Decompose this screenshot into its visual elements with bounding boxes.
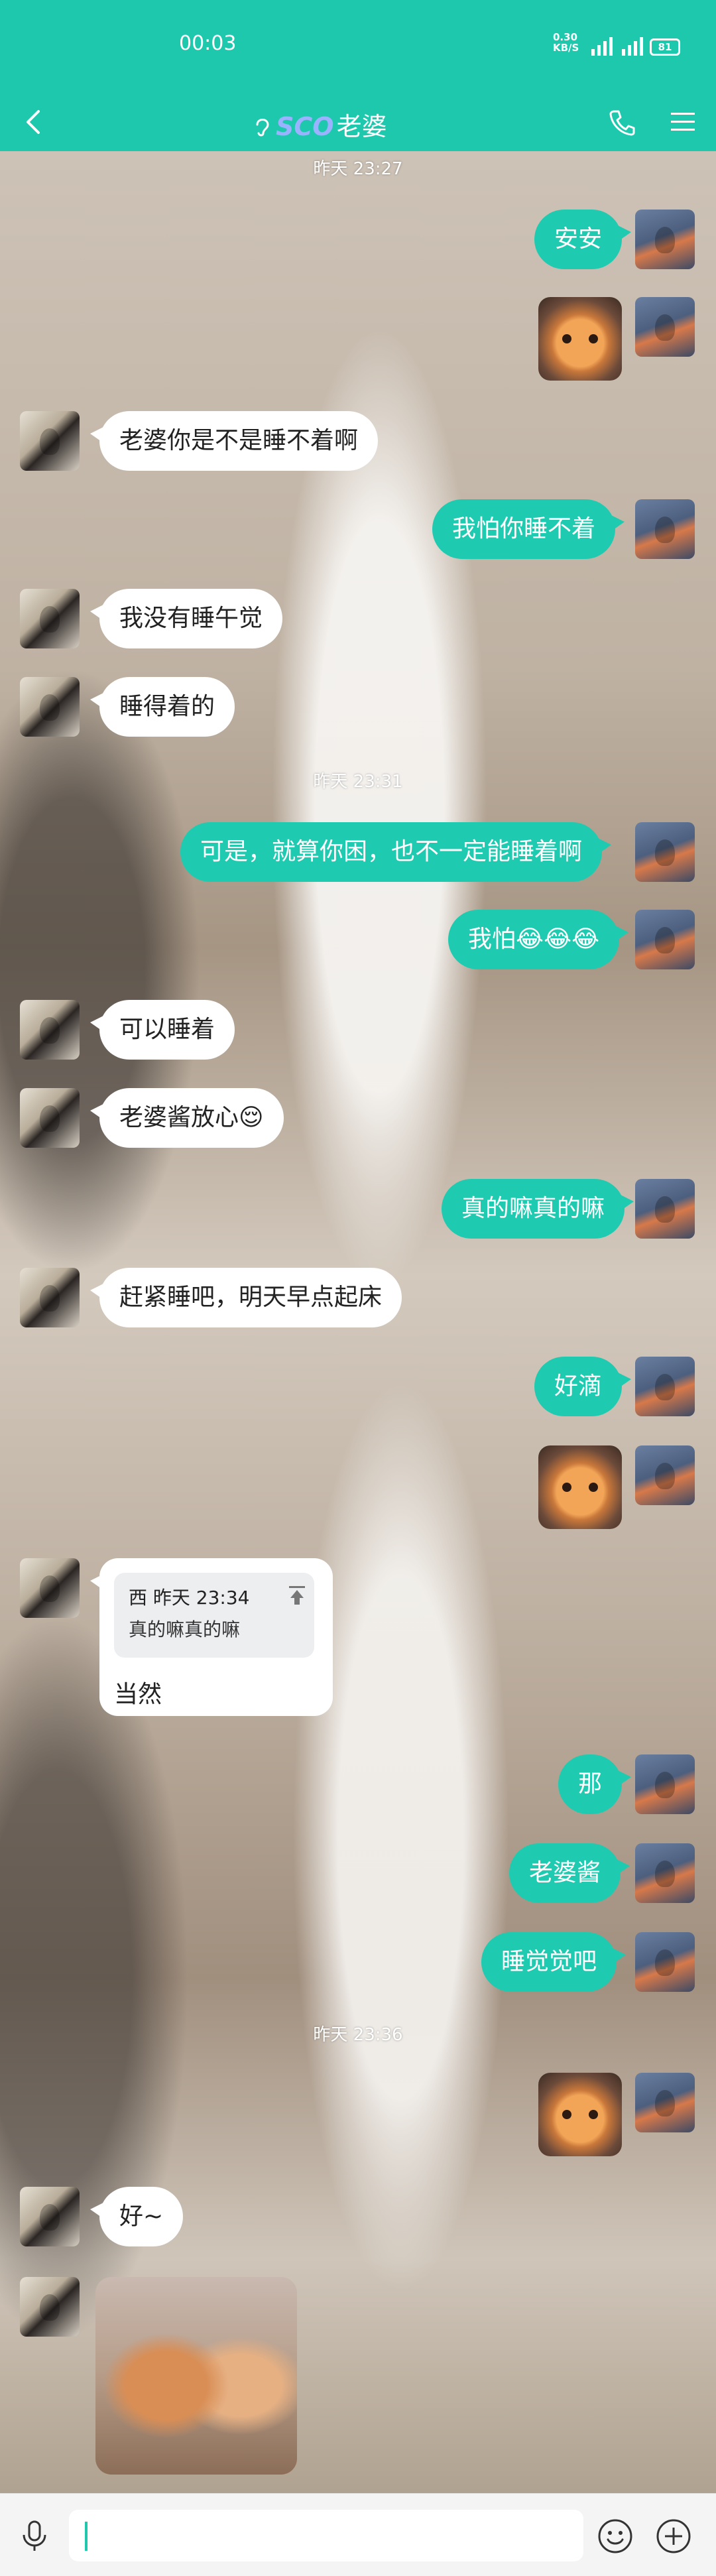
my-message-bubble[interactable]: 老婆酱 — [509, 1843, 630, 1903]
contact-message-bubble[interactable]: 我没有睡午觉 — [90, 589, 283, 648]
contact-message-bubble[interactable]: 好~ — [90, 2187, 184, 2246]
timestamp: 昨天 23:27 — [313, 159, 403, 179]
microphone-icon[interactable] — [19, 2519, 50, 2553]
my-avatar[interactable] — [635, 1932, 695, 1992]
ear-icon — [256, 119, 269, 137]
contact-avatar[interactable] — [20, 677, 80, 737]
back-arrow-icon[interactable] — [20, 107, 49, 137]
my-avatar[interactable] — [635, 1843, 695, 1903]
my-avatar[interactable] — [635, 1179, 695, 1239]
my-message-bubble[interactable]: 好滴 — [534, 1357, 632, 1416]
emoji-icon[interactable] — [597, 2518, 634, 2555]
timestamp: 昨天 23:31 — [313, 772, 403, 792]
my-message-bubble[interactable]: 安安 — [534, 210, 632, 269]
contact-avatar[interactable] — [20, 1558, 80, 1618]
account-tag: SCO — [276, 112, 334, 141]
battery-icon: 81 — [650, 38, 680, 56]
chat-title: SCO 老婆 — [252, 106, 387, 143]
jump-to-message-icon[interactable] — [288, 1585, 306, 1606]
phone-icon[interactable] — [607, 107, 636, 137]
contact-message-bubble[interactable]: 赶紧睡吧，明天早点起床 — [90, 1268, 402, 1327]
cat-sticker-image[interactable] — [538, 1445, 622, 1529]
contact-message-bubble[interactable]: 睡得着的 — [90, 677, 235, 737]
status-bar: 00:03 0.30 KB/S 81 — [0, 0, 716, 93]
my-message-bubble[interactable]: 可是，就算你困，也不一定能睡着啊 — [180, 822, 612, 882]
my-avatar[interactable] — [635, 1357, 695, 1416]
my-message-bubble[interactable]: 睡觉觉吧 — [481, 1932, 626, 1992]
my-avatar[interactable] — [635, 910, 695, 969]
network-speed-unit: KB/S — [553, 42, 579, 54]
network-speed: 0.30 KB/S — [553, 32, 579, 53]
cat-sticker-image[interactable] — [538, 297, 622, 381]
my-message-bubble[interactable]: 那 — [558, 1754, 632, 1814]
reply-text: 当然 — [114, 1681, 162, 1708]
my-avatar[interactable] — [635, 499, 695, 559]
my-avatar[interactable] — [635, 1445, 695, 1505]
contact-avatar[interactable] — [20, 1268, 80, 1327]
contact-message-bubble[interactable]: 老婆你是不是睡不着啊 — [90, 411, 379, 471]
contact-avatar[interactable] — [20, 2187, 80, 2246]
sleeping-cats-photo[interactable] — [95, 2277, 297, 2475]
timestamp: 昨天 23:36 — [313, 2025, 403, 2045]
contact-avatar[interactable] — [20, 1000, 80, 1060]
quoted-message-meta: 西 昨天 23:34 — [129, 1587, 250, 1609]
contact-message-bubble[interactable]: 可以睡着 — [90, 1000, 235, 1060]
contact-message-bubble[interactable]: 老婆酱放心😌 — [90, 1088, 284, 1148]
contact-avatar[interactable] — [20, 1088, 80, 1148]
quoted-message-text: 真的嘛真的嘛 — [129, 1619, 241, 1640]
cat-sticker-image[interactable] — [538, 2073, 622, 2156]
text-cursor — [85, 2522, 88, 2551]
quoted-reply-bubble[interactable]: 西 昨天 23:34 真的嘛真的嘛 当然 — [90, 1558, 333, 1716]
status-time: 00:03 — [179, 32, 237, 55]
quoted-message[interactable]: 西 昨天 23:34 真的嘛真的嘛 — [114, 1573, 314, 1658]
my-avatar[interactable] — [635, 297, 695, 357]
message-input[interactable] — [69, 2510, 583, 2561]
my-message-bubble[interactable]: 真的嘛真的嘛 — [442, 1179, 634, 1239]
contact-avatar[interactable] — [20, 2277, 80, 2337]
signal-icon-2 — [622, 37, 643, 56]
my-avatar[interactable] — [635, 822, 695, 882]
signal-icon — [591, 37, 613, 56]
chat-message-list[interactable]: 昨天 23:27 安安 老婆你是不是睡不着啊 我怕你睡不着 我没有睡午觉 睡得着… — [0, 151, 716, 2493]
my-avatar[interactable] — [635, 2073, 695, 2132]
my-message-bubble[interactable]: 我怕你睡不着 — [432, 499, 625, 559]
message-input-bar — [0, 2493, 716, 2576]
my-message-bubble[interactable]: 我怕😂😂😂 — [448, 910, 629, 969]
menu-icon[interactable] — [670, 110, 696, 134]
contact-avatar[interactable] — [20, 411, 80, 471]
plus-icon[interactable] — [655, 2518, 692, 2555]
chat-header: SCO 老婆 — [0, 93, 716, 151]
my-avatar[interactable] — [635, 210, 695, 269]
contact-avatar[interactable] — [20, 589, 80, 648]
contact-name: 老婆 — [336, 112, 387, 141]
my-avatar[interactable] — [635, 1754, 695, 1814]
